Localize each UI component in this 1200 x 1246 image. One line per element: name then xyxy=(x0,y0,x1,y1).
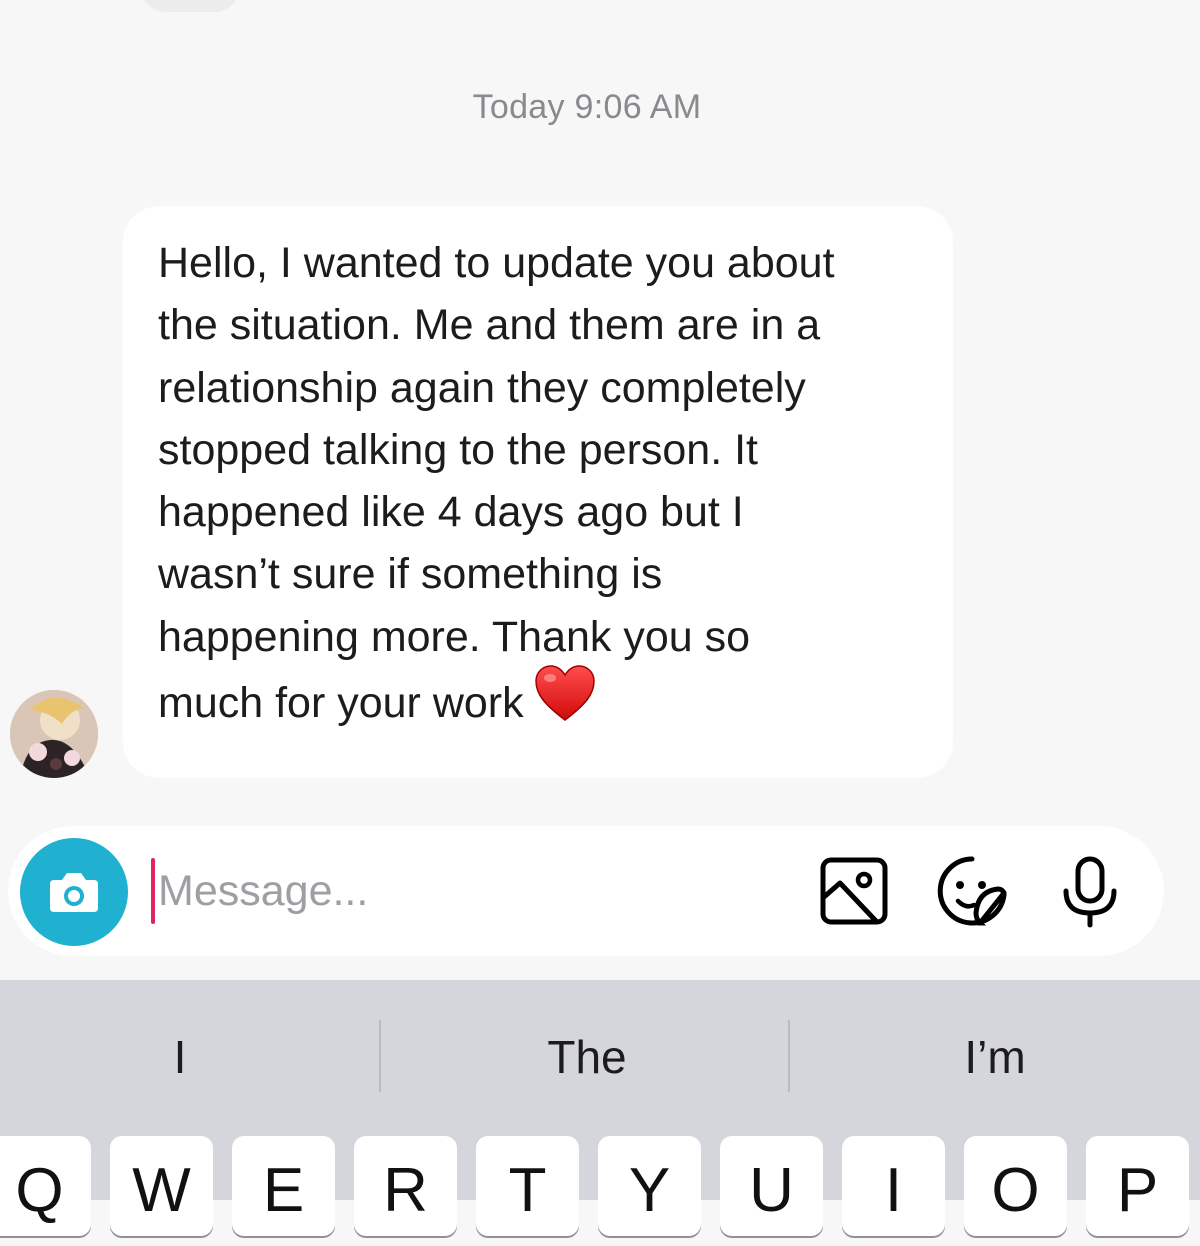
avatar-image xyxy=(10,690,98,778)
previous-message-bubble xyxy=(140,0,240,12)
suggestion-divider xyxy=(379,1020,381,1092)
text-cursor xyxy=(151,858,155,924)
key-u[interactable]: U xyxy=(720,1136,823,1236)
sticker-icon[interactable] xyxy=(934,853,1010,929)
key-t[interactable]: T xyxy=(476,1136,579,1236)
avatar[interactable] xyxy=(10,690,98,778)
suggestion-1[interactable]: I xyxy=(0,1030,370,1084)
key-y[interactable]: Y xyxy=(598,1136,701,1236)
camera-icon xyxy=(50,873,98,912)
key-o[interactable]: O xyxy=(964,1136,1067,1236)
suggestion-3[interactable]: I’m xyxy=(805,1030,1185,1084)
key-q[interactable]: Q xyxy=(0,1136,91,1236)
gallery-icon[interactable] xyxy=(818,853,890,929)
message-input[interactable] xyxy=(158,858,758,924)
suggestion-divider xyxy=(788,1020,790,1092)
message-timestamp: Today 9:06 AM xyxy=(472,88,702,126)
heart-emoji xyxy=(534,664,596,739)
camera-button[interactable] xyxy=(20,838,128,946)
message-text: Hello, I wanted to update you about the … xyxy=(158,232,948,743)
key-w[interactable]: W xyxy=(110,1136,213,1236)
key-i[interactable]: I xyxy=(842,1136,945,1236)
key-e[interactable]: E xyxy=(232,1136,335,1236)
key-p[interactable]: P xyxy=(1086,1136,1189,1236)
key-r[interactable]: R xyxy=(354,1136,457,1236)
suggestion-2[interactable]: The xyxy=(397,1030,777,1084)
microphone-icon[interactable] xyxy=(1056,853,1124,929)
